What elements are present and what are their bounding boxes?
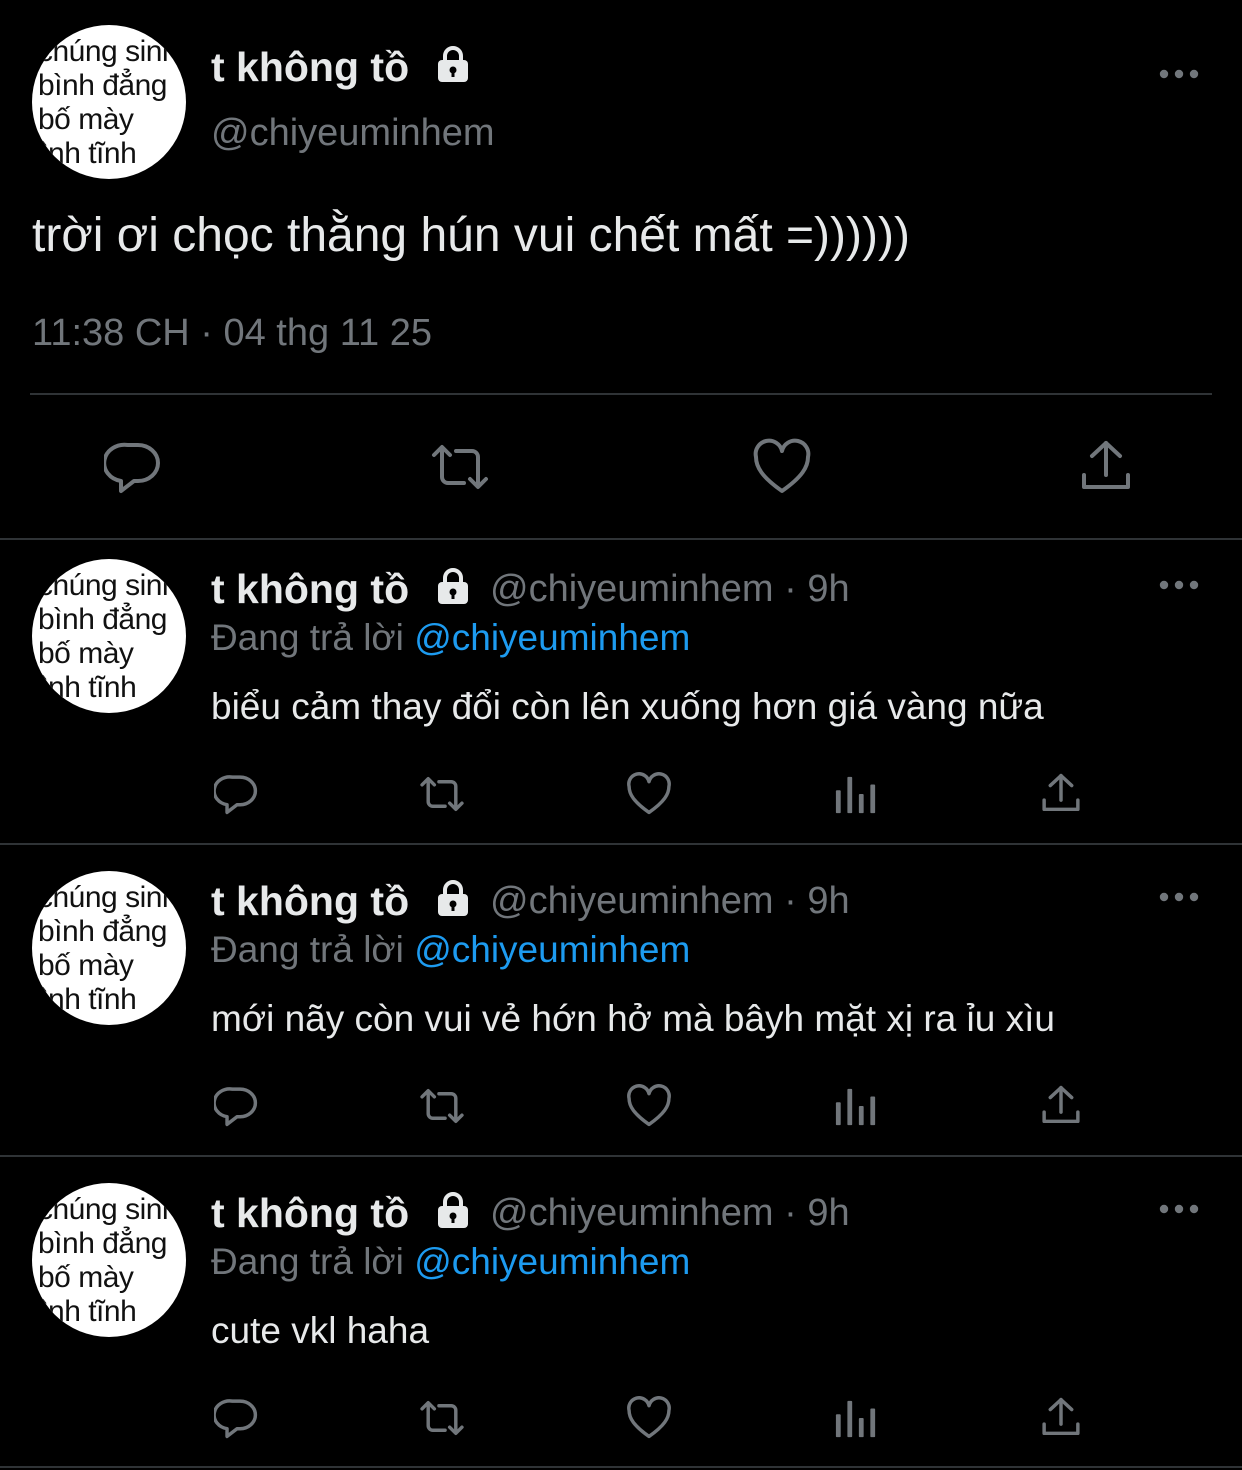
replying-label: Đang trả lời	[211, 929, 404, 970]
avatar-text: bình tĩnh	[32, 137, 137, 170]
retweet-icon[interactable]	[416, 1395, 468, 1441]
replying-to: Đang trả lời @chiyeuminhem	[211, 617, 690, 659]
share-icon[interactable]	[1076, 437, 1136, 497]
divider	[0, 1466, 1242, 1468]
reply-icon[interactable]	[104, 437, 164, 497]
avatar[interactable]: chúng sinh bình đẳng bố mày bình tĩnh	[32, 559, 186, 713]
author-name[interactable]: t không tồ	[211, 1190, 409, 1237]
more-icon[interactable]	[1159, 579, 1199, 591]
tweet-text: cute vkl haha	[211, 1310, 430, 1351]
more-icon[interactable]	[1159, 68, 1199, 80]
avatar-text: bình tĩnh	[32, 1295, 137, 1328]
avatar-text: bình tĩnh	[32, 983, 137, 1016]
replying-to: Đang trả lời @chiyeuminhem	[211, 929, 690, 971]
avatar[interactable]: chúng sinh bình đẳng bố mày bình tĩnh	[32, 871, 186, 1025]
divider	[0, 538, 1242, 540]
mention-link[interactable]: @chiyeuminhem	[414, 1241, 690, 1282]
avatar-text: bình đẳng	[38, 1227, 167, 1260]
share-icon[interactable]	[1038, 1083, 1084, 1129]
like-icon[interactable]	[626, 1083, 672, 1129]
divider	[0, 1155, 1242, 1157]
retweet-icon[interactable]	[416, 771, 468, 817]
share-icon[interactable]	[1038, 1395, 1084, 1441]
retweet-icon[interactable]	[416, 1083, 468, 1129]
avatar-text: bình đẳng	[38, 603, 167, 636]
avatar-text: bố mày	[38, 103, 134, 136]
replying-label: Đang trả lời	[211, 1241, 404, 1282]
avatar-text: bố mày	[38, 1261, 134, 1294]
lock-icon	[438, 568, 468, 604]
avatar-text: chúng sinh	[38, 569, 179, 602]
avatar-text: bình đẳng	[38, 915, 167, 948]
replying-label: Đang trả lời	[211, 617, 404, 658]
author-handle-time[interactable]: @chiyeuminhem · 9h	[490, 880, 850, 923]
author-handle-time[interactable]: @chiyeuminhem · 9h	[490, 568, 850, 611]
avatar-text: bố mày	[38, 637, 134, 670]
author-name[interactable]: t không tồ	[211, 44, 409, 91]
author-handle-time[interactable]: @chiyeuminhem · 9h	[490, 1192, 850, 1235]
author-handle[interactable]: @chiyeuminhem	[211, 112, 495, 155]
views-icon[interactable]	[834, 773, 878, 817]
like-icon[interactable]	[626, 1395, 672, 1441]
tweet-text: trời ơi chọc thằng hún vui chết mất =)))…	[32, 209, 910, 262]
avatar[interactable]: chúng sinh bình đẳng bố mày bình tĩnh	[32, 1183, 186, 1337]
author-name[interactable]: t không tồ	[211, 566, 409, 613]
tweet-timestamp[interactable]: 11:38 CH · 04 thg 11 25	[32, 312, 432, 355]
reply-icon[interactable]	[214, 1083, 260, 1129]
avatar-text: chúng sinh	[38, 35, 179, 68]
reply-icon[interactable]	[214, 771, 260, 817]
avatar-text: chúng sinh	[38, 1193, 179, 1226]
author-name[interactable]: t không tồ	[211, 878, 409, 925]
more-icon[interactable]	[1159, 891, 1199, 903]
avatar-text: bố mày	[38, 949, 134, 982]
mention-link[interactable]: @chiyeuminhem	[414, 617, 690, 658]
like-icon[interactable]	[752, 437, 812, 497]
tweet-text: biểu cảm thay đổi còn lên xuống hơn giá …	[211, 686, 1044, 727]
retweet-icon[interactable]	[427, 437, 493, 497]
views-icon[interactable]	[834, 1397, 878, 1441]
lock-icon	[438, 1192, 468, 1228]
divider	[0, 843, 1242, 845]
divider	[30, 393, 1212, 395]
share-icon[interactable]	[1038, 771, 1084, 817]
avatar-text: bình đẳng	[38, 69, 167, 102]
lock-icon	[438, 880, 468, 916]
tweet-text: mới nãy còn vui vẻ hớn hở mà bâyh mặt xị…	[211, 998, 1055, 1039]
mention-link[interactable]: @chiyeuminhem	[414, 929, 690, 970]
reply-icon[interactable]	[214, 1395, 260, 1441]
views-icon[interactable]	[834, 1085, 878, 1129]
replying-to: Đang trả lời @chiyeuminhem	[211, 1241, 690, 1283]
avatar-text: bình tĩnh	[32, 671, 137, 704]
avatar[interactable]: chúng sinh bình đẳng bố mày bình tĩnh	[32, 25, 186, 179]
avatar-text: chúng sinh	[38, 881, 179, 914]
more-icon[interactable]	[1159, 1203, 1199, 1215]
lock-icon	[438, 46, 468, 82]
like-icon[interactable]	[626, 771, 672, 817]
